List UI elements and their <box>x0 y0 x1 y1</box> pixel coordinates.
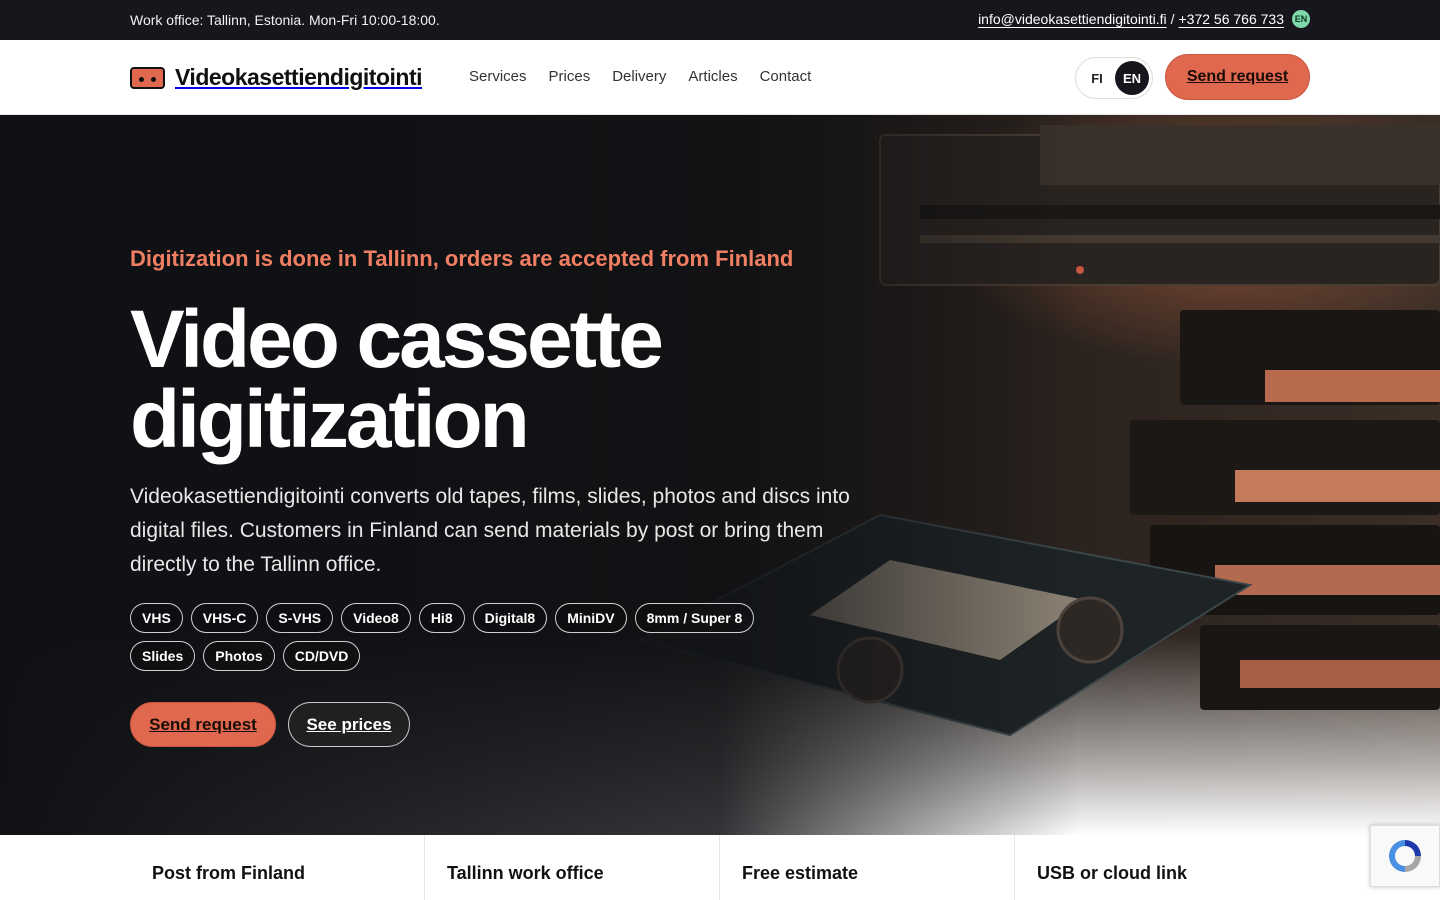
contact-links: info@videokasettiendigitointi.fi / +372 … <box>978 10 1310 28</box>
chip-vhs-c: VHS-C <box>190 603 259 633</box>
hero-title: Video cassette digitization <box>130 299 830 461</box>
lang-fi-button[interactable]: FI <box>1079 71 1115 86</box>
chip-digital8: Digital8 <box>472 603 548 633</box>
nav-delivery[interactable]: Delivery <box>612 68 666 85</box>
nav-services[interactable]: Services <box>469 68 527 85</box>
hero-eyebrow: Digitization is done in Tallinn, orders … <box>130 246 794 271</box>
phone-link[interactable]: +372 56 766 733 <box>1179 11 1285 27</box>
top-bar: Work office: Tallinn, Estonia. Mon-Fri 1… <box>0 0 1440 40</box>
see-prices-button[interactable]: See prices <box>288 702 410 747</box>
language-badge[interactable]: EN <box>1292 10 1310 28</box>
chip-s-vhs: S-VHS <box>266 603 334 633</box>
recaptcha-badge[interactable] <box>1370 825 1440 887</box>
chip-photos: Photos <box>203 641 275 671</box>
chip-cd-dvd: CD/DVD <box>282 641 361 671</box>
chip-vhs: VHS <box>130 603 183 633</box>
email-link[interactable]: info@videokasettiendigitointi.fi <box>978 11 1167 27</box>
chip-slides: Slides <box>130 641 196 671</box>
site-logo[interactable]: Videokasettiendigitointi <box>130 64 423 91</box>
feature-free-estimate: Free estimate <box>720 835 1015 900</box>
lang-en-button[interactable]: EN <box>1115 61 1149 95</box>
language-switcher: FI EN <box>1075 57 1153 99</box>
format-chips: VHS VHS-C S-VHS Video8 Hi8 Digital8 Mini… <box>130 603 810 671</box>
hero-title-line-1: Video cassette <box>130 294 664 385</box>
contact-separator: / <box>1170 11 1175 27</box>
chip-hi8: Hi8 <box>418 603 465 633</box>
feature-tallinn-office: Tallinn work office <box>425 835 720 900</box>
hero-lead: Videokasettiendigitointi converts old ta… <box>130 485 850 576</box>
header-send-request-button[interactable]: Send request <box>1165 54 1310 100</box>
chip-8mm-super8: 8mm / Super 8 <box>634 603 755 633</box>
hero-send-request-button[interactable]: Send request <box>130 702 276 747</box>
logo-text: Videokasettiendigitointi <box>175 64 423 90</box>
feature-post-from-finland: Post from Finland <box>0 835 425 900</box>
nav-articles[interactable]: Articles <box>688 68 737 85</box>
main-nav: Services Prices Delivery Articles Contac… <box>469 68 811 85</box>
office-hours: Work office: Tallinn, Estonia. Mon-Fri 1… <box>130 12 440 28</box>
cassette-icon <box>130 66 165 89</box>
chip-video8: Video8 <box>341 603 411 633</box>
hero-section: Digitization is done in Tallinn, orders … <box>0 115 1440 835</box>
site-header: Videokasettiendigitointi Services Prices… <box>0 40 1440 115</box>
feature-strip: Post from Finland Tallinn work office Fr… <box>0 835 1440 900</box>
recaptcha-icon <box>1389 840 1421 872</box>
nav-contact[interactable]: Contact <box>760 68 812 85</box>
hero-title-line-2: digitization <box>130 374 530 465</box>
chip-minidv: MiniDV <box>555 603 627 633</box>
nav-prices[interactable]: Prices <box>549 68 591 85</box>
